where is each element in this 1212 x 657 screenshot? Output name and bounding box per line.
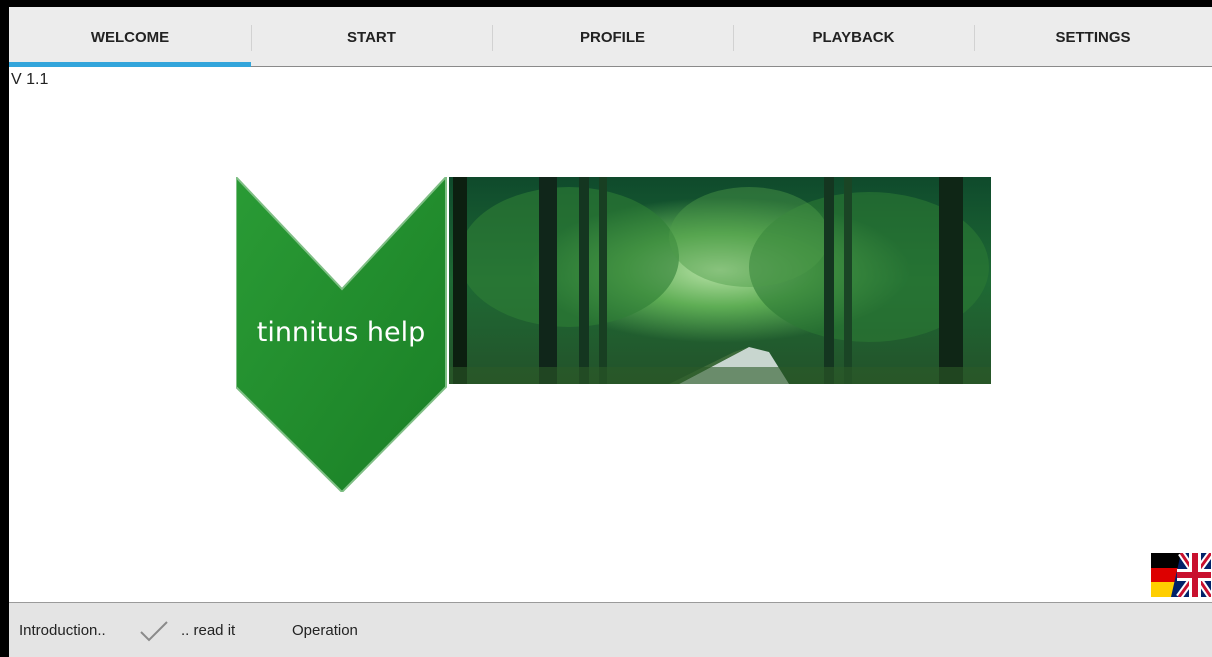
language-flag-toggle[interactable] [1151,553,1211,597]
screen-frame: WELCOME START PROFILE PLAYBACK SETTINGS … [0,0,1212,657]
version-label: V 1.1 [11,71,49,88]
tab-profile[interactable]: PROFILE [492,7,733,67]
active-tab-indicator [9,62,251,67]
tab-settings-label: SETTINGS [1055,28,1131,46]
tab-settings[interactable]: SETTINGS [974,7,1212,67]
tab-playback-label: PLAYBACK [812,28,895,46]
tab-profile-label: PROFILE [579,28,645,46]
logo-text: tinnitus help [256,317,426,348]
bottom-bar: Introduction.. .. read it Operation [9,602,1212,657]
introduction-button[interactable]: Introduction.. [19,603,106,657]
forest-road-image [449,177,991,384]
tab-start-label: START [347,28,396,46]
tab-playback[interactable]: PLAYBACK [733,7,974,67]
checkmark-icon[interactable] [139,619,169,643]
read-it-button[interactable]: .. read it [181,603,235,657]
tab-bar: WELCOME START PROFILE PLAYBACK SETTINGS [9,7,1212,67]
operation-button[interactable]: Operation [292,603,358,657]
tab-welcome[interactable]: WELCOME [9,7,251,67]
app-window: WELCOME START PROFILE PLAYBACK SETTINGS … [9,7,1212,657]
frame-border-left [0,0,9,657]
tab-start[interactable]: START [251,7,492,67]
tab-welcome-label: WELCOME [90,28,170,46]
frame-border-top [0,0,1212,7]
